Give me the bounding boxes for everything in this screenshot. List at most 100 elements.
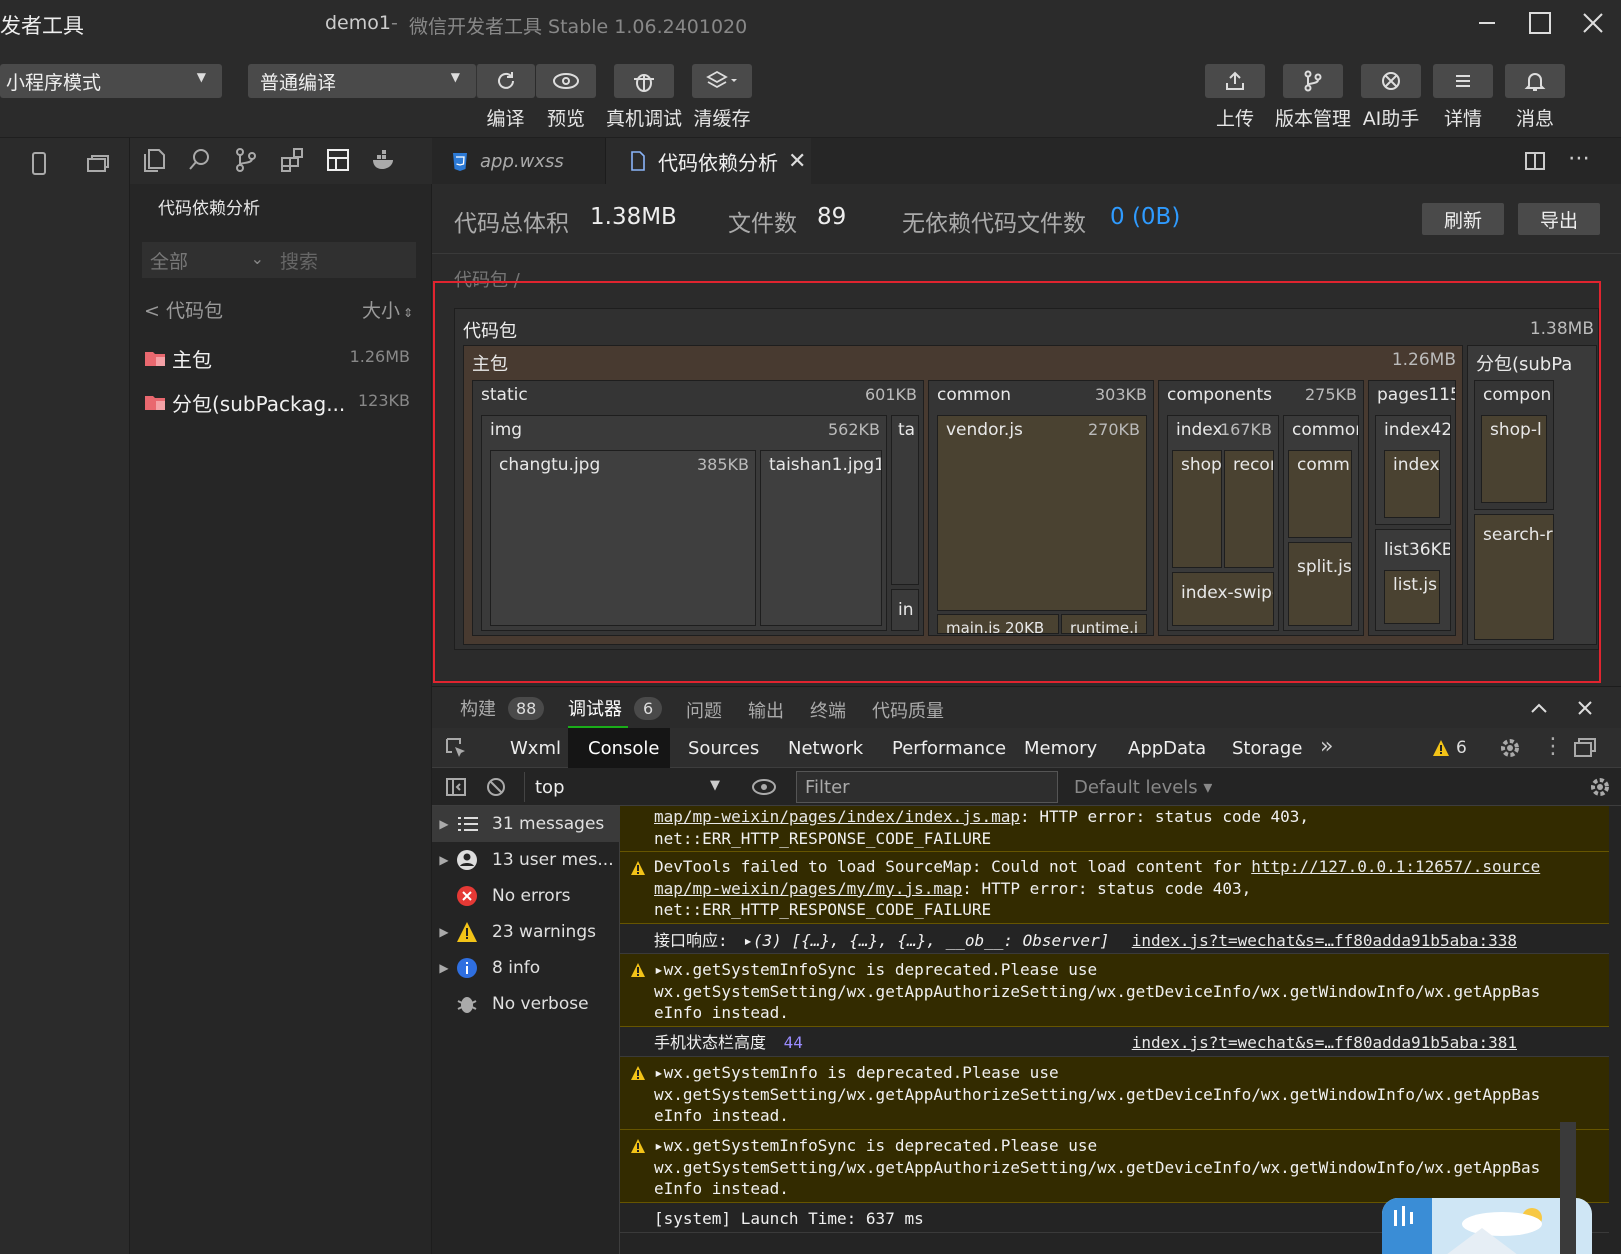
sort-by-size[interactable]: 大小 ⇕ (362, 296, 413, 323)
explorer-item-main[interactable]: 主包 1.26MB (130, 338, 432, 378)
devtab-wxml[interactable]: Wxml (510, 738, 561, 759)
filter-input[interactable]: Filter (796, 771, 1058, 803)
clear-cache-button[interactable] (692, 64, 752, 98)
split-editor-icon[interactable] (1522, 148, 1548, 178)
tab-dependency-analysis[interactable]: 代码依赖分析 ✕ (606, 138, 811, 184)
filter-errors[interactable]: No errors (432, 878, 620, 914)
refresh-button[interactable]: 刷新 (1422, 203, 1504, 235)
object-preview[interactable]: ▸(3) [{…}, {…}, {…}, __ob__: Observer] (743, 931, 1109, 950)
live-expression-icon[interactable] (750, 775, 778, 803)
filter-verbose[interactable]: No verbose (432, 986, 620, 1022)
chevron-down-icon: ▼ (450, 70, 460, 84)
devtab-appdata[interactable]: AppData (1128, 738, 1206, 759)
message-text: eInfo instead. (654, 1003, 789, 1022)
devtab-performance[interactable]: Performance (892, 738, 1006, 759)
back-to-package[interactable]: < 代码包 (144, 296, 223, 323)
warning-counter[interactable]: 6 (1432, 738, 1467, 758)
version-button[interactable] (1283, 64, 1343, 98)
details-button[interactable] (1433, 64, 1493, 98)
tab-terminal[interactable]: 终端 (810, 697, 846, 723)
tab-output[interactable]: 输出 (748, 697, 784, 723)
console-toolbar: top ▼ Filter Default levels ▾ (432, 768, 1621, 806)
message-text: [system] Launch Time: 637 ms (654, 1209, 924, 1228)
undock-icon[interactable] (1572, 736, 1598, 764)
bell-icon (1524, 73, 1546, 91)
explorer-icon-bar (130, 138, 432, 184)
tab-issues[interactable]: 问题 (686, 697, 722, 723)
tab-build[interactable]: 构建 88 (460, 695, 545, 721)
mode-select[interactable]: 小程序模式 ▼ (0, 64, 222, 98)
phone-icon[interactable] (26, 150, 52, 182)
context-select[interactable]: top ▼ (524, 772, 728, 802)
export-button[interactable]: 导出 (1518, 203, 1600, 235)
warning-icon (631, 1139, 645, 1153)
tab-code-quality[interactable]: 代码质量 (872, 697, 944, 723)
log-levels-select[interactable]: Default levels ▾ (1074, 777, 1212, 798)
source-link[interactable]: index.js?t=wechat&s=…ff80adda91b5aba:338 (1132, 930, 1517, 952)
docker-icon[interactable] (370, 146, 398, 178)
kebab-menu-icon[interactable]: ⋮ (1542, 734, 1564, 759)
message-text[interactable]: ▸wx.getSystemInfoSync is deprecated.Plea… (654, 959, 1609, 981)
tab-label: 代码依赖分析 (658, 150, 778, 175)
preview-button[interactable] (536, 64, 596, 98)
message-text: eInfo instead. (654, 1179, 789, 1198)
settings-icon[interactable] (1498, 736, 1522, 764)
source-link[interactable]: map/mp-weixin/pages/my/my.js.map (654, 879, 962, 898)
filter-select[interactable]: 全部 ⌄ (142, 242, 272, 278)
total-size-label: 代码总体积 (454, 211, 569, 237)
debug-panel: 构建 88 调试器 6 问题 输出 终端 代码质量 Wxml Console S… (432, 686, 1621, 1254)
compile-button[interactable] (476, 64, 535, 98)
window-icon[interactable] (84, 150, 112, 182)
inspect-element-icon[interactable] (444, 736, 468, 764)
message-text[interactable]: ▸wx.getSystemInfoSync is deprecated.Plea… (654, 1135, 1609, 1157)
clear-cache-label: 清缓存 (693, 108, 751, 130)
ai-assistant-button[interactable] (1361, 64, 1421, 98)
collapse-panel-icon[interactable] (1526, 695, 1552, 725)
close-tab-icon[interactable]: ✕ (788, 149, 806, 174)
close-window-button[interactable] (1578, 8, 1608, 38)
devtab-sources[interactable]: Sources (688, 738, 759, 759)
filter-all-messages[interactable]: ▶ 31 messages (432, 806, 620, 842)
remote-debug-button[interactable] (614, 64, 674, 98)
minimize-button[interactable] (1472, 8, 1502, 38)
source-link[interactable]: map/mp-weixin/pages/index/index.js.map (654, 807, 1020, 826)
total-size-value: 1.38MB (590, 204, 677, 230)
more-actions-icon[interactable]: ⋯ (1568, 146, 1590, 171)
compile-mode-select[interactable]: 普通编译 ▼ (248, 64, 476, 98)
filter-select-label: 全部 (150, 250, 189, 273)
folder-icon (145, 352, 165, 366)
message-text[interactable]: ▸wx.getSystemInfo is deprecated.Please u… (654, 1062, 1609, 1084)
close-icon (1583, 13, 1603, 33)
more-tabs-button[interactable]: » (1320, 734, 1333, 759)
upload-button[interactable] (1205, 64, 1265, 98)
close-panel-icon[interactable] (1572, 695, 1598, 725)
message-text: net::ERR_HTTP_RESPONSE_CODE_FAILURE (654, 828, 992, 848)
maximize-button[interactable] (1525, 8, 1555, 38)
filter-warnings[interactable]: ▶ 23 warnings (432, 914, 620, 950)
devtab-network[interactable]: Network (788, 738, 863, 759)
devtab-storage[interactable]: Storage (1232, 738, 1302, 759)
tab-app-wxss[interactable]: app.wxss (432, 138, 606, 184)
source-link[interactable]: http://127.0.0.1:12657/.source (1251, 857, 1540, 876)
explorer-search-input[interactable]: 搜索 (272, 242, 416, 278)
files-icon[interactable] (140, 146, 168, 178)
search-icon[interactable] (186, 146, 214, 178)
devtab-memory[interactable]: Memory (1024, 738, 1097, 759)
source-link[interactable]: index.js?t=wechat&s=…ff80adda91b5aba:381 (1132, 1032, 1517, 1054)
messages-button[interactable] (1505, 64, 1565, 98)
toggle-sidebar-icon[interactable] (444, 775, 468, 803)
console-scrollbar[interactable] (1560, 1122, 1576, 1254)
tab-debugger[interactable]: 调试器 6 (568, 695, 663, 721)
filter-info[interactable]: ▶ 8 info (432, 950, 620, 986)
devtab-console[interactable]: Console (588, 738, 659, 759)
clear-console-icon[interactable] (484, 775, 508, 803)
explorer-item-subpackage[interactable]: 分包(subPackag... 123KB (130, 382, 432, 422)
no-dep-files-value[interactable]: 0 (0B) (1110, 204, 1180, 230)
product-name: 微信开发者工具 Stable 1.06.2401020 (409, 16, 748, 38)
git-icon[interactable] (232, 146, 260, 178)
menu-icon (1456, 75, 1470, 87)
extensions-icon[interactable] (278, 146, 306, 178)
filter-user-messages[interactable]: ▶ 13 user mes... (432, 842, 620, 878)
code-analysis-icon[interactable] (324, 146, 352, 178)
console-settings-icon[interactable] (1588, 775, 1612, 803)
